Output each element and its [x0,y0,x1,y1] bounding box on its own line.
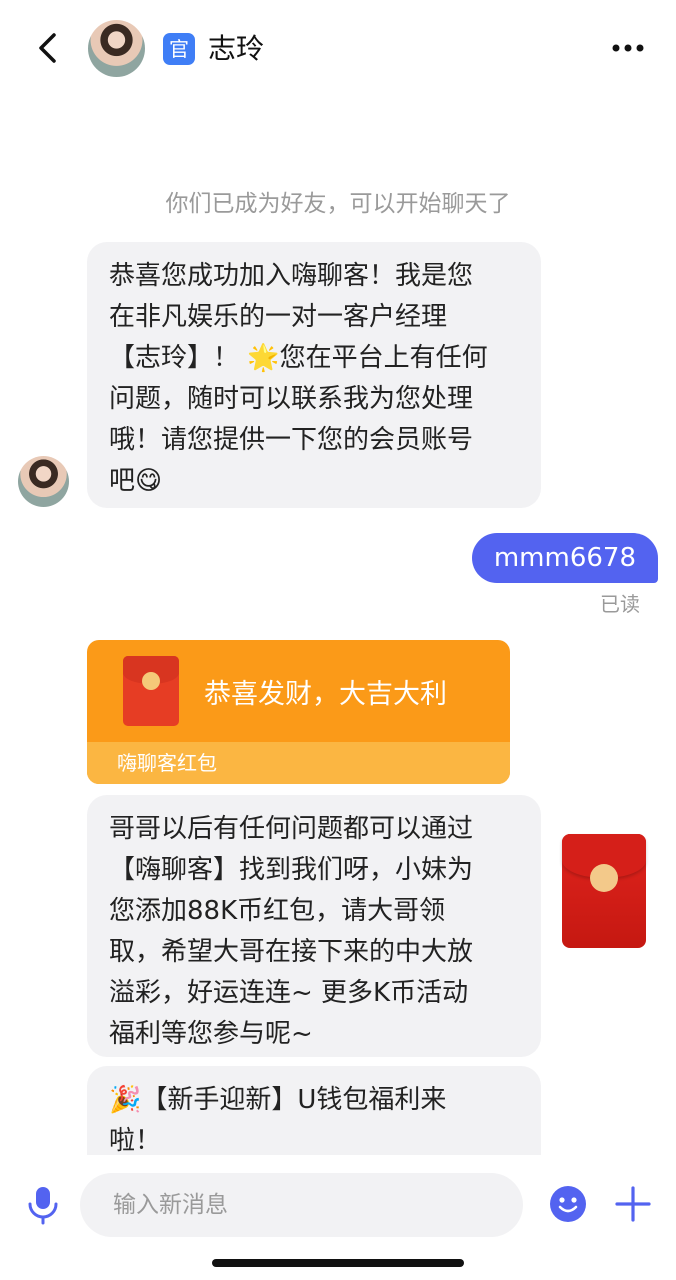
more-dots-icon[interactable] [608,36,648,60]
message-line: 您添加88K币红包，请大哥领 [109,896,446,926]
message-line: 吧😋 [109,466,163,496]
message-line: 【嗨聊客】找到我们呀，小妹为 [109,855,474,885]
incoming-message[interactable]: 哥哥以后有任何问题都可以通过 【嗨聊客】找到我们呀，小妹为 您添加88K币红包，… [87,795,541,1057]
message-list[interactable]: 你们已成为好友，可以开始聊天了 恭喜您成功加入嗨聊客！我是您 在非凡娱乐的一对一… [0,100,676,1155]
sender-avatar[interactable] [18,456,69,507]
message-line: 恭喜您成功加入嗨聊客！我是您 [109,261,474,291]
contact-name[interactable]: 志玲 [208,30,264,68]
message-line: 取，希望大哥在接下来的中大放 [109,937,474,967]
back-arrow-icon[interactable] [30,30,66,66]
message-line: 溢彩，好运连连~ 更多K币活动 [109,978,469,1008]
red-packet-greeting: 恭喜发财，大吉大利 [204,679,447,710]
message-line: 啦！ [109,1126,162,1155]
outgoing-message[interactable]: mmm6678 [471,533,658,583]
message-line: 哦！请您提供一下您的会员账号 [109,425,474,455]
message-line: 【志玲】！ 🌟您在平台上有任何 [109,343,488,373]
incoming-message[interactable]: 🎉【新手迎新】U钱包福利来 啦！ [87,1066,541,1155]
read-status: 已读 [600,592,640,616]
plus-icon[interactable] [614,1185,652,1223]
message-line: 哥哥以后有任何问题都可以通过 [109,814,474,844]
emoji-icon[interactable] [549,1185,587,1223]
chat-header: 官 志玲 [0,0,676,100]
microphone-icon[interactable] [26,1185,60,1225]
chat-screen: 官 志玲 你们已成为好友，可以开始聊天了 恭喜您成功加入嗨聊客！我是您 在非凡娱… [0,0,676,1280]
message-line: 福利等您参与呢~ [109,1019,313,1049]
incoming-message[interactable]: 恭喜您成功加入嗨聊客！我是您 在非凡娱乐的一对一客户经理 【志玲】！ 🌟您在平台… [87,242,541,508]
red-packet-source: 嗨聊客红包 [87,742,510,784]
message-input[interactable] [80,1173,523,1237]
official-badge: 官 [163,33,195,65]
message-line: 🎉【新手迎新】U钱包福利来 [109,1085,447,1115]
home-indicator[interactable] [212,1259,464,1267]
red-packet-card[interactable]: 恭喜发财，大吉大利 嗨聊客红包 [87,640,510,784]
message-line: 问题，随时可以联系我为您处理 [109,384,474,414]
contact-avatar[interactable] [88,20,145,77]
message-line: 在非凡娱乐的一对一客户经理 [109,302,448,332]
red-envelope-icon[interactable] [562,834,646,948]
red-envelope-icon [123,656,179,726]
system-tip: 你们已成为好友，可以开始聊天了 [165,191,511,217]
input-bar [0,1155,676,1255]
